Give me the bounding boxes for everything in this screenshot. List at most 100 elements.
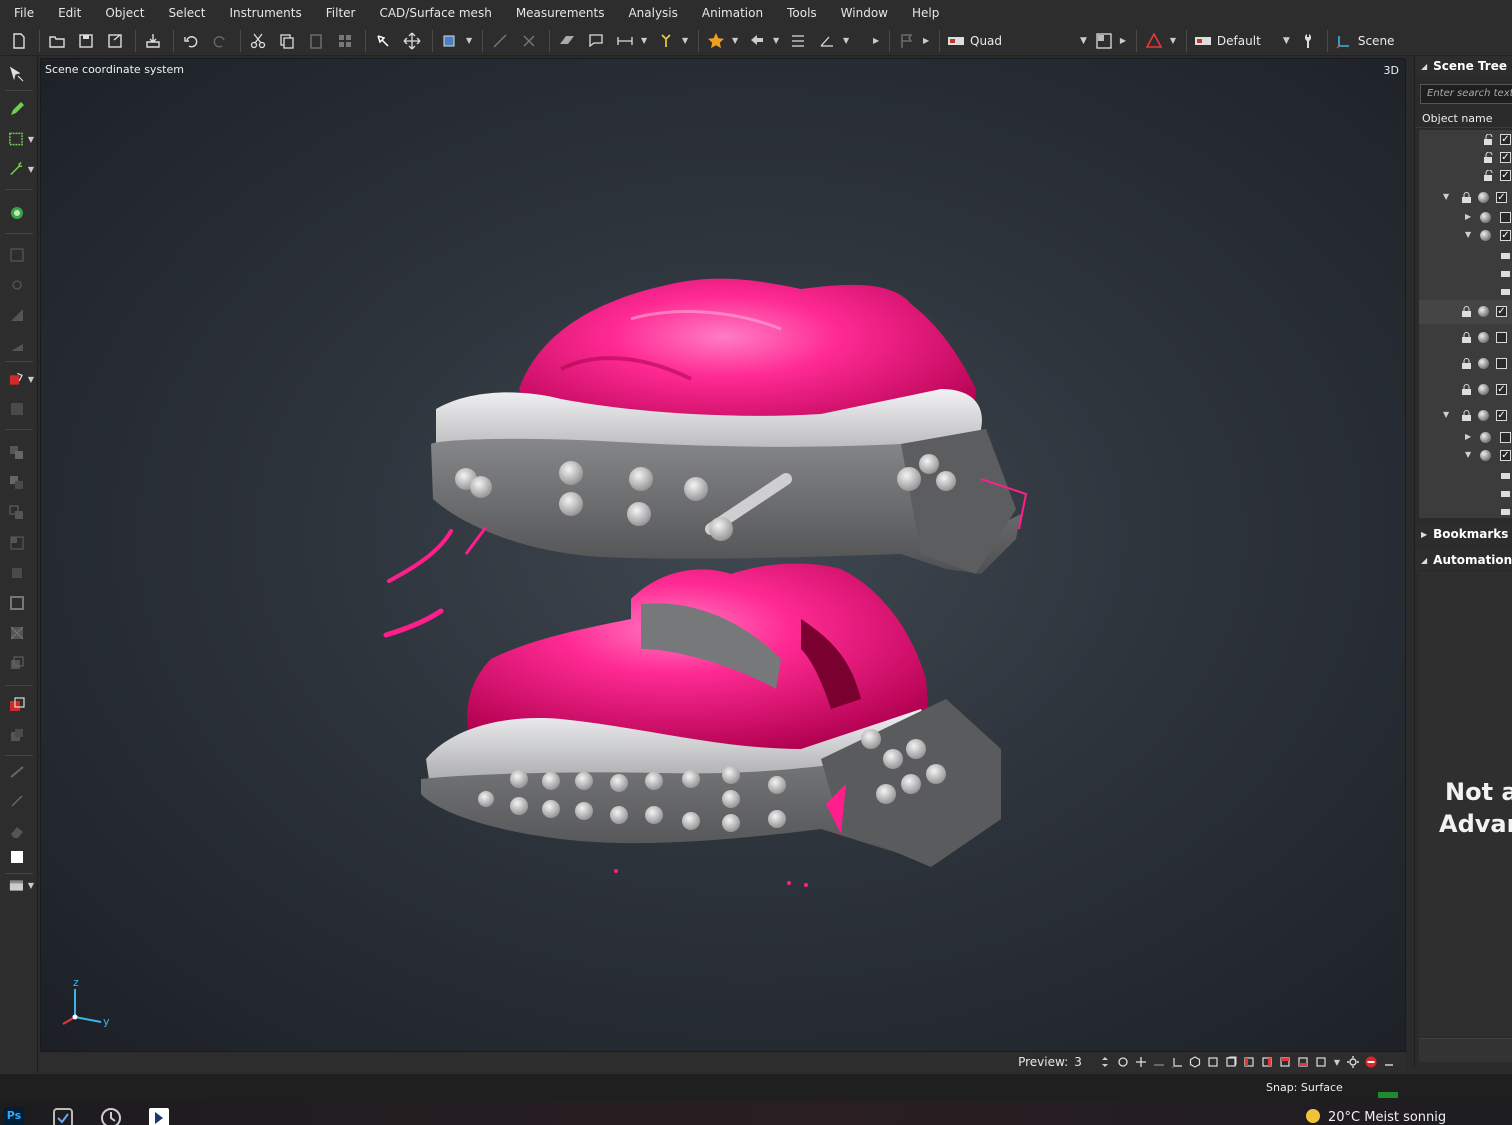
menu-object[interactable]: Object [95, 0, 158, 26]
lock-icon[interactable] [1461, 192, 1472, 203]
tree-row[interactable]: ▼ ✓ [1419, 406, 1512, 426]
visibility-checkbox[interactable]: ✓ [1500, 170, 1511, 181]
app-taskbar-icon-1[interactable] [52, 1107, 74, 1125]
material-sphere-icon[interactable] [1478, 358, 1489, 369]
material-sphere-icon[interactable] [1478, 306, 1489, 317]
visibility-checkbox[interactable]: ✓ [1500, 152, 1511, 163]
gear-icon[interactable] [1347, 1056, 1359, 1068]
bookmarks-header[interactable]: ▶ Bookmarks [1415, 524, 1512, 544]
automation-header[interactable]: ◢ Automation [1415, 550, 1512, 570]
redo-button[interactable] [207, 28, 233, 54]
lock-icon[interactable] [1461, 358, 1472, 369]
tree-row[interactable]: ▼ ✓ [1419, 226, 1512, 246]
material-sphere-icon[interactable] [1480, 432, 1491, 443]
visibility-checkbox[interactable]: ✓ [1496, 192, 1507, 203]
navigate-button[interactable] [370, 28, 396, 54]
lock-icon[interactable] [1500, 266, 1511, 277]
lock-icon[interactable] [1500, 504, 1511, 515]
favorite-button[interactable] [703, 28, 729, 54]
copy-button[interactable] [274, 28, 300, 54]
tree-row[interactable]: ▼ ✓ [1419, 446, 1512, 466]
undo-button[interactable] [178, 28, 204, 54]
expand-triangle-icon[interactable]: ▼ [1443, 410, 1449, 419]
view-iso-dropdown[interactable]: ▼ [1334, 1058, 1340, 1067]
menu-animation[interactable]: Animation [692, 0, 777, 26]
unlock-icon[interactable] [1483, 152, 1494, 163]
view-bottom-icon[interactable] [1297, 1056, 1309, 1068]
menu-filter[interactable]: Filter [316, 0, 370, 26]
visibility-checkbox[interactable] [1496, 332, 1507, 343]
rect-select-dropdown[interactable]: ▼ [28, 135, 34, 144]
duplicate-tool[interactable] [4, 723, 34, 747]
frame-tool[interactable] [4, 591, 34, 615]
lock-icon[interactable] [1500, 468, 1511, 479]
point-button[interactable] [653, 28, 679, 54]
menu-window[interactable]: Window [831, 0, 902, 26]
remove-button[interactable] [516, 28, 542, 54]
lock-icon[interactable] [1500, 284, 1511, 295]
probe-tool[interactable] [4, 789, 34, 813]
layout-combo[interactable]: Quad ▼ [944, 29, 1091, 53]
lock-icon[interactable] [1461, 332, 1472, 343]
menu-tools[interactable]: Tools [777, 0, 831, 26]
group-button[interactable] [332, 28, 358, 54]
tree-row[interactable] [1419, 280, 1512, 300]
flag-overflow-arrow[interactable]: ▶ [923, 36, 931, 45]
menu-help[interactable]: Help [902, 0, 953, 26]
settings-button[interactable] [1294, 28, 1320, 54]
distance-button[interactable] [612, 28, 638, 54]
favorite-dropdown-arrow[interactable]: ▼ [732, 36, 740, 45]
pan-icon[interactable] [1135, 1056, 1147, 1068]
hexagon-icon[interactable] [1189, 1056, 1201, 1068]
align-button[interactable] [487, 28, 513, 54]
material-sphere-icon[interactable] [1478, 384, 1489, 395]
layout-overflow-arrow[interactable]: ▶ [1120, 36, 1128, 45]
view-iso-icon[interactable] [1315, 1056, 1327, 1068]
toolbar-overflow-arrow[interactable]: ▶ [873, 36, 881, 45]
lock-icon[interactable] [1500, 248, 1511, 259]
annotation-button[interactable] [583, 28, 609, 54]
scene-tree-search-input[interactable]: Enter search text h [1420, 84, 1512, 104]
save-button[interactable] [73, 28, 99, 54]
visibility-checkbox[interactable]: ✓ [1500, 450, 1511, 461]
import-button[interactable] [140, 28, 166, 54]
dental-scan-model[interactable] [41, 59, 1406, 1052]
snap-mode-label[interactable]: Snap: Surface [1266, 1081, 1343, 1094]
preview-value[interactable]: 3 [1074, 1055, 1082, 1069]
style-combo[interactable]: Default ▼ [1191, 29, 1294, 53]
tree-row[interactable] [1419, 500, 1512, 520]
axes-icon[interactable] [1171, 1056, 1183, 1068]
tool-inactive-1[interactable] [4, 243, 34, 267]
lock-icon[interactable] [1461, 384, 1472, 395]
menu-analysis[interactable]: Analysis [618, 0, 691, 26]
save-as-button[interactable] [102, 28, 128, 54]
view-button[interactable] [437, 28, 463, 54]
tool-inactive-3[interactable] [4, 303, 34, 327]
point-dropdown-arrow[interactable]: ▼ [682, 36, 690, 45]
expand-triangle-icon[interactable]: ▶ [1465, 432, 1471, 441]
scene-combo[interactable]: Scene [1332, 29, 1399, 53]
3d-viewport[interactable]: Scene coordinate system 3D z y [40, 58, 1406, 1052]
tree-row[interactable]: ▶ [1419, 428, 1512, 448]
weather-widget[interactable]: 20°C Meist sonnig [1306, 1109, 1446, 1125]
view-back-icon[interactable] [1225, 1056, 1237, 1068]
visibility-checkbox[interactable]: ✓ [1496, 306, 1507, 317]
visibility-checkbox[interactable]: ✓ [1500, 230, 1511, 241]
app-taskbar-icon-3[interactable] [148, 1107, 170, 1125]
boolean-tool-5[interactable] [4, 561, 34, 585]
cut-button[interactable] [245, 28, 271, 54]
material-sphere-icon[interactable] [1478, 410, 1489, 421]
lock-icon[interactable] [1461, 306, 1472, 317]
shading-dropdown-arrow[interactable]: ▼ [1170, 36, 1178, 45]
sculpt-tool[interactable] [4, 759, 34, 783]
tree-row[interactable]: ✓ [1419, 130, 1512, 150]
expand-triangle-icon[interactable]: ▼ [1443, 192, 1449, 201]
measure-plane-button[interactable] [554, 28, 580, 54]
lock-icon[interactable] [1461, 410, 1472, 421]
photoshop-taskbar-icon[interactable]: Ps [4, 1107, 26, 1125]
sync-icon[interactable] [1117, 1056, 1129, 1068]
transform-dropdown-arrow[interactable]: ▼ [773, 36, 781, 45]
new-file-button[interactable] [6, 28, 32, 54]
rect-select-tool[interactable]: ▼ [4, 127, 34, 151]
expand-triangle-icon[interactable]: ▶ [1465, 212, 1471, 221]
